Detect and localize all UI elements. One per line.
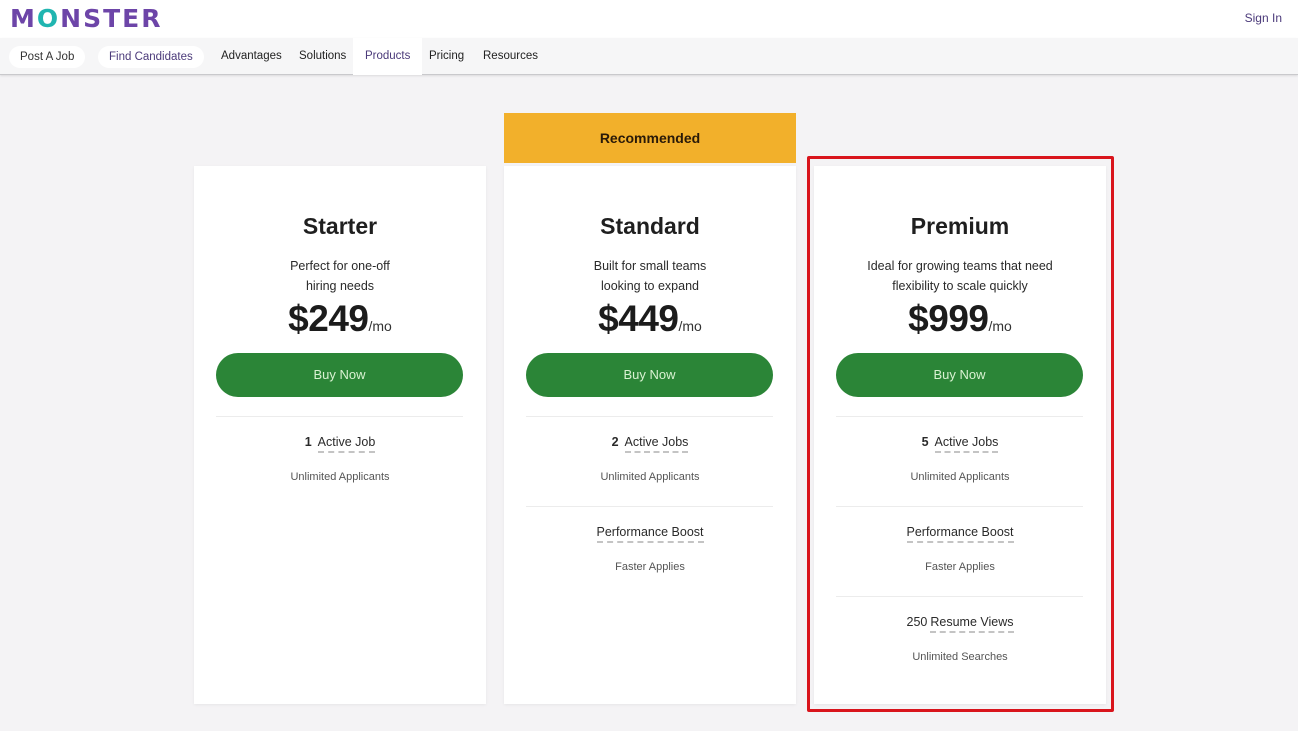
feature-tooltip-label[interactable]: Active Job [317,435,376,453]
divider [526,506,773,507]
price-amount: $449 [598,298,679,339]
find-candidates-button[interactable]: Find Candidates [98,46,204,68]
plan-card-standard: Standard Built for small teams looking t… [504,166,796,704]
feature-subtext: Faster Applies [925,561,995,573]
recommended-banner: Recommended [504,113,796,163]
divider [836,596,1083,597]
feature-subtext: Unlimited Searches [912,651,1008,663]
top-bar: MONSTER Sign In [0,0,1298,38]
nav-products[interactable]: Products [353,38,423,75]
feature-tooltip-label[interactable]: Performance Boost [906,525,1014,543]
plan-title: Premium [910,213,1010,239]
sign-in-link[interactable]: Sign In [1245,11,1282,25]
divider [216,416,463,417]
price-amount: $249 [288,298,369,339]
buy-now-button[interactable]: Buy Now [526,353,773,397]
main-nav: Post A Job Find Candidates Advantages So… [0,38,1298,75]
plan-description: Perfect for one-off hiring needs [194,256,486,296]
feature-performance-boost: Performance Boost [814,525,1106,543]
plan-description-line: hiring needs [305,279,375,293]
logo-letter-m: M [10,4,37,33]
feature-active-jobs: 2 Active Jobs [504,435,796,453]
feature-active-jobs: 1 Active Job [194,435,486,453]
feature-resume-views: 250 Resume Views [814,615,1106,633]
nav-resources[interactable]: Resources [477,38,544,75]
monster-logo[interactable]: MONSTER [10,4,162,33]
logo-letters-nster: NSTER [60,4,163,33]
divider [836,506,1083,507]
price-period: /mo [368,318,392,334]
feature-subtext: Unlimited Applicants [600,471,700,483]
plan-title: Standard [600,213,700,239]
plan-price: $249/mo [194,298,486,340]
nav-advantages[interactable]: Advantages [215,38,288,75]
plan-description-line: flexibility to scale quickly [892,279,1028,293]
plan-description-line: looking to expand [601,279,699,293]
nav-solutions[interactable]: Solutions [293,38,352,75]
buy-now-button[interactable]: Buy Now [216,353,463,397]
post-a-job-button[interactable]: Post A Job [9,46,86,68]
feature-subtext: Faster Applies [615,561,685,573]
price-period: /mo [678,318,702,334]
price-amount: $999 [908,298,989,339]
feature-count: 250 [906,615,928,629]
plan-description-line: Built for small teams [593,259,707,273]
feature-tooltip-label[interactable]: Performance Boost [596,525,704,543]
plan-description: Ideal for growing teams that need flexib… [814,256,1106,296]
feature-subtext: Unlimited Applicants [290,471,390,483]
plan-card-starter: Starter Perfect for one-off hiring needs… [194,166,486,704]
logo-letter-o: O [36,4,61,33]
plan-description-line: Ideal for growing teams that need [867,259,1053,273]
plan-description: Built for small teams looking to expand [504,256,796,296]
feature-count: 1 [304,435,312,449]
buy-now-button[interactable]: Buy Now [836,353,1083,397]
plan-card-premium: Premium Ideal for growing teams that nee… [814,166,1106,704]
feature-subtext: Unlimited Applicants [910,471,1010,483]
price-period: /mo [988,318,1012,334]
plan-price: $449/mo [504,298,796,340]
feature-active-jobs: 5 Active Jobs [814,435,1106,453]
feature-performance-boost: Performance Boost [504,525,796,543]
plan-price: $999/mo [814,298,1106,340]
plan-description-line: Perfect for one-off [290,259,390,273]
feature-count: 2 [611,435,619,449]
plan-title: Starter [302,213,378,239]
nav-pricing[interactable]: Pricing [423,38,470,75]
feature-tooltip-label[interactable]: Active Jobs [934,435,999,453]
feature-tooltip-label[interactable]: Active Jobs [624,435,689,453]
feature-count: 5 [921,435,929,449]
divider [526,416,773,417]
divider [836,416,1083,417]
feature-tooltip-label[interactable]: Resume Views [930,615,1014,633]
